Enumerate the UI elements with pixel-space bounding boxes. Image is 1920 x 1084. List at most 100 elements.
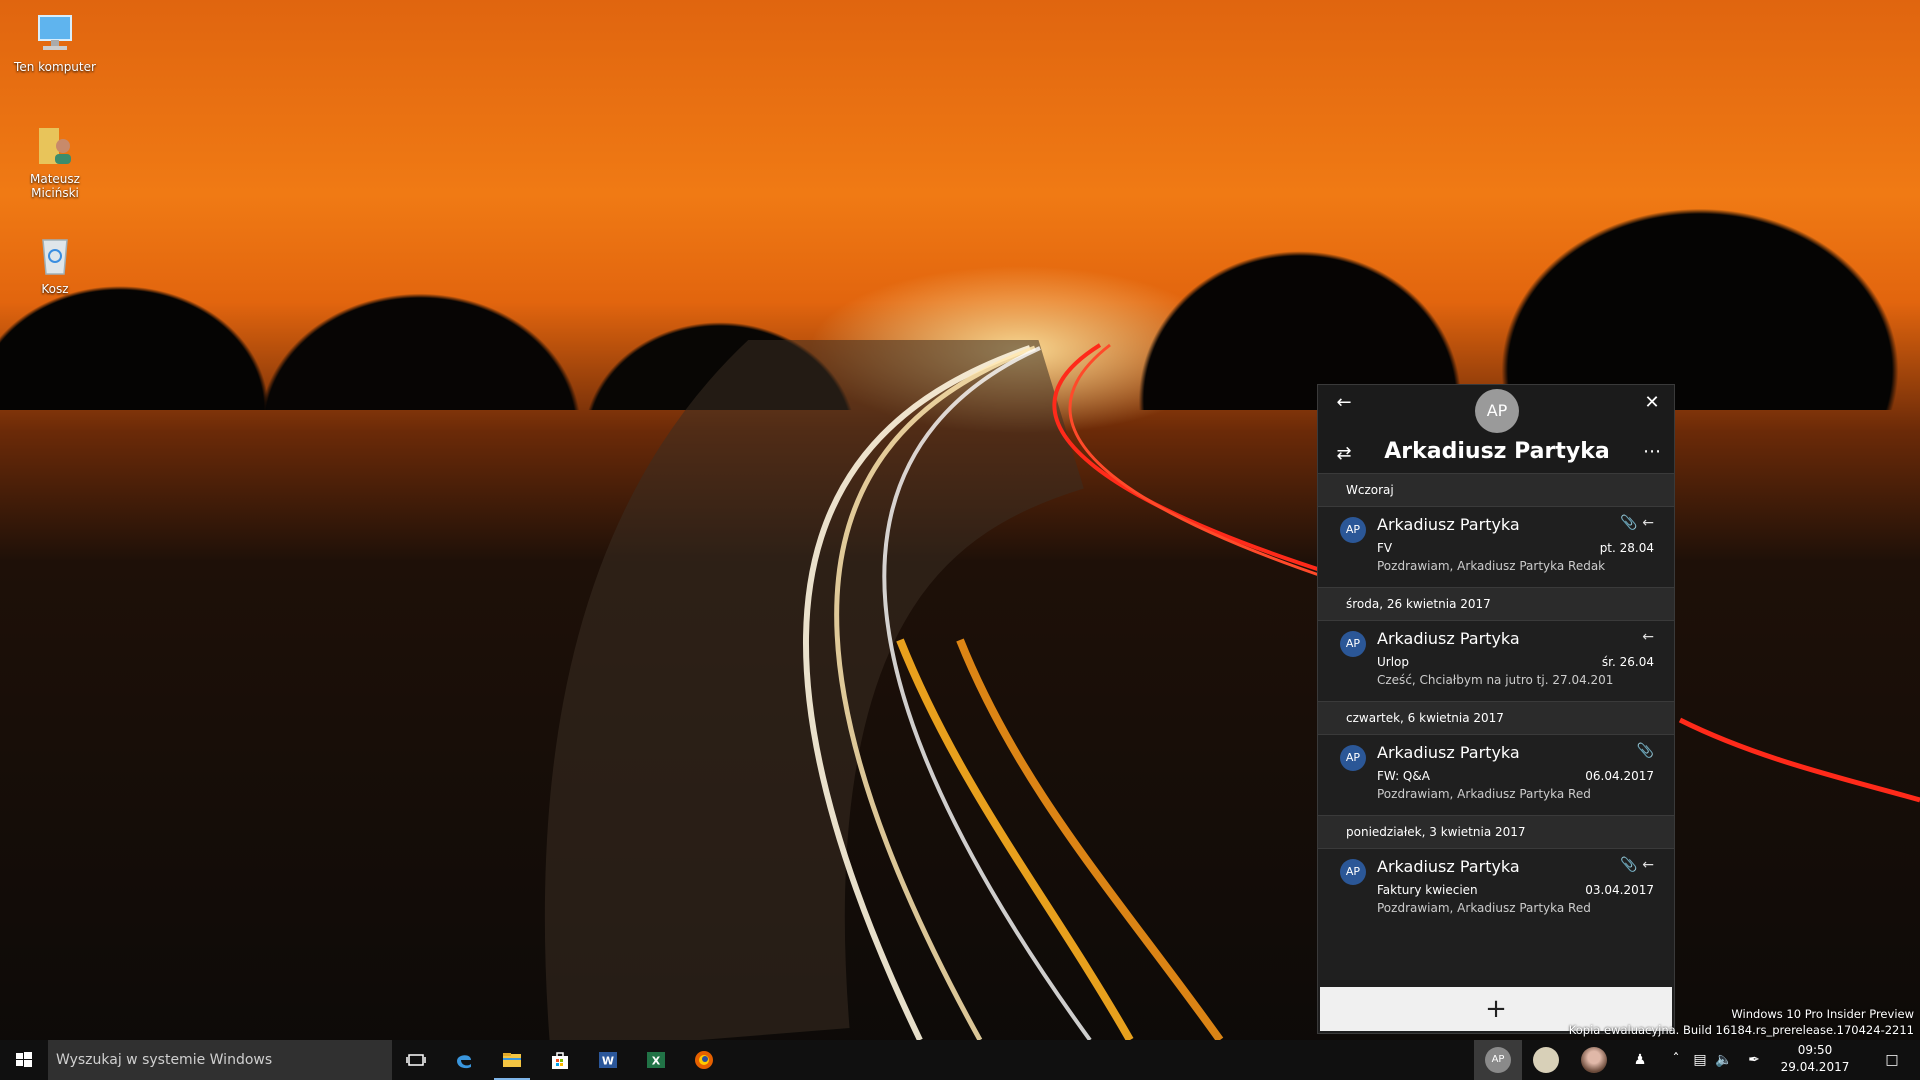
taskbar-search-box[interactable]: Wyszukaj w systemie Windows [48,1040,392,1080]
mail-item[interactable]: AP Arkadiusz Partyka 📎 FW: Q&A 06.04.201… [1318,735,1674,815]
pen-ink-button[interactable]: ✒ [1742,1040,1766,1080]
desktop-icon-user-folder[interactable]: Mateusz Miciński [10,124,100,200]
contact-photo-icon [1581,1047,1607,1073]
swap-arrows-icon: ⇄ [1336,443,1352,464]
mail-preview: Pozdrawiam, Arkadiusz Partyka Redak [1377,559,1606,573]
mail-preview: Pozdrawiam, Arkadiusz Partyka Red [1377,787,1591,801]
build-watermark: Windows 10 Pro Insider Preview Kopia ewa… [1569,1006,1914,1038]
desktop-icon-label: Mateusz Miciński [30,172,80,200]
pinned-contact-3[interactable] [1570,1040,1618,1080]
action-center-button[interactable]: □ [1872,1040,1912,1080]
taskbar-clock[interactable]: 09:50 29.04.2017 [1774,1042,1856,1076]
network-icon: ▤ [1693,1052,1707,1068]
date-group-header: czwartek, 6 kwietnia 2017 [1318,701,1674,735]
reply-arrow-icon: ← [1642,857,1654,873]
clock-date: 29.04.2017 [1780,1060,1850,1074]
contact-avatar: AP [1475,389,1519,433]
start-button[interactable] [0,1040,48,1080]
taskbar-firefox[interactable] [680,1040,728,1080]
task-view-button[interactable] [392,1040,440,1080]
svg-text:X: X [652,1055,661,1068]
clock-time: 09:50 [1797,1043,1833,1057]
switch-view-button[interactable]: ⇄ [1330,443,1358,465]
mail-status-icons: 📎 ← [1620,515,1654,531]
contact-avatar-icon [1533,1047,1559,1073]
watermark-edition: Windows 10 Pro Insider Preview [1731,1007,1914,1021]
mail-date: 03.04.2017 [1585,883,1654,897]
word-icon: W [599,1052,617,1068]
desktop-icon-label: Ten komputer [14,60,96,74]
date-group-header: Wczoraj [1318,473,1674,507]
mail-subject: Urlop [1377,655,1410,669]
mail-date: śr. 26.04 [1601,655,1654,669]
desktop-icon-label: Kosz [41,282,69,296]
people-button[interactable]: ♟ [1628,1040,1652,1080]
computer-icon [38,15,72,50]
desktop-icon-recycle-bin[interactable]: Kosz [10,234,100,296]
sender-avatar: AP [1340,631,1366,657]
taskbar-excel[interactable]: X [632,1040,680,1080]
date-group-header: środa, 26 kwietnia 2017 [1318,587,1674,621]
windows-logo-icon [16,1052,32,1067]
mail-date: pt. 28.04 [1599,541,1654,555]
mail-preview: Pozdrawiam, Arkadiusz Partyka Red [1377,901,1591,915]
taskbar-edge[interactable] [440,1040,488,1080]
more-options-button[interactable]: ⋯ [1640,439,1664,465]
mail-subject: Faktury kwiecien [1377,883,1478,897]
user-folder-icon [39,128,71,164]
paperclip-icon: 📎 [1620,857,1638,873]
mail-item[interactable]: AP Arkadiusz Partyka ← Urlop śr. 26.04 C… [1318,621,1674,701]
ellipsis-icon: ⋯ [1643,441,1661,462]
people-icon: ♟ [1633,1052,1647,1068]
desktop-icon-this-pc[interactable]: Ten komputer [10,12,100,74]
date-group-header: poniedziałek, 3 kwietnia 2017 [1318,815,1674,849]
pinned-contact-avatar: AP [1485,1047,1511,1073]
folder-icon [503,1053,521,1067]
back-button[interactable]: ← [1332,391,1356,415]
edge-icon [457,1055,471,1069]
mail-item[interactable]: AP Arkadiusz Partyka 📎 ← Faktury kwiecie… [1318,849,1674,929]
svg-text:W: W [602,1055,614,1068]
network-button[interactable]: ▤ [1688,1040,1712,1080]
recycle-bin-icon [42,239,68,275]
watermark-build: Kopia ewaluacyjna. Build 16184.rs_prerel… [1568,1023,1914,1037]
mail-status-icons: ← [1642,629,1654,645]
mail-subject: FV [1377,541,1393,555]
mail-sender: Arkadiusz Partyka [1377,857,1520,876]
excel-icon: X [647,1052,665,1068]
sender-avatar: AP [1340,517,1366,543]
volume-button[interactable]: 🔈 [1712,1040,1736,1080]
pinned-contact-2[interactable] [1522,1040,1570,1080]
reply-arrow-icon: ← [1642,629,1654,645]
mail-date: 06.04.2017 [1585,769,1654,783]
taskbar-store[interactable] [536,1040,584,1080]
task-view-icon [406,1054,426,1066]
store-icon [552,1052,568,1069]
notification-icon: □ [1885,1052,1899,1068]
chevron-up-icon: ˆ [1672,1052,1680,1068]
mail-item[interactable]: AP Arkadiusz Partyka 📎 ← FV pt. 28.04 Po… [1318,507,1674,587]
paperclip-icon: 📎 [1636,743,1654,759]
mail-status-icons: 📎 ← [1620,857,1654,873]
people-contact-window: ← AP ✕ ⇄ Arkadiusz Partyka ⋯ Wczoraj AP … [1317,384,1675,1034]
sender-avatar: AP [1340,745,1366,771]
plus-icon: + [1485,994,1507,1024]
sender-avatar: AP [1340,859,1366,885]
paperclip-icon: 📎 [1620,515,1638,531]
taskbar: Wyszukaj w systemie Windows W X AP ♟ ˆ ▤… [0,1040,1920,1080]
window-header: ← AP ✕ ⇄ Arkadiusz Partyka ⋯ [1318,385,1674,473]
arrow-left-icon: ← [1336,392,1352,413]
taskbar-file-explorer[interactable] [488,1040,536,1080]
search-placeholder: Wyszukaj w systemie Windows [56,1052,273,1068]
mail-sender: Arkadiusz Partyka [1377,515,1520,534]
mail-sender: Arkadiusz Partyka [1377,629,1520,648]
mail-preview: Cześć, Chciałbym na jutro tj. 27.04.201 [1377,673,1614,687]
show-hidden-icons-button[interactable]: ˆ [1664,1040,1688,1080]
conversation-list: Wczoraj AP Arkadiusz Partyka 📎 ← FV pt. … [1318,473,1674,929]
close-button[interactable]: ✕ [1640,391,1664,415]
mail-status-icons: 📎 [1637,743,1654,759]
mail-subject: FW: Q&A [1377,769,1430,783]
firefox-icon [695,1051,713,1069]
pinned-contact-ap[interactable]: AP [1474,1040,1522,1080]
taskbar-word[interactable]: W [584,1040,632,1080]
